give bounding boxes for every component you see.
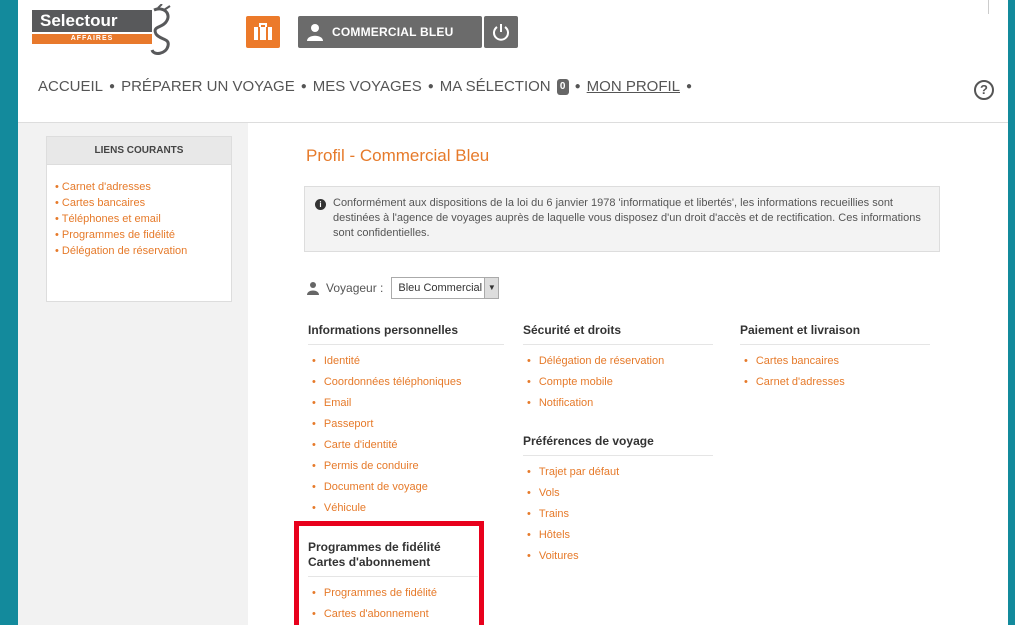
seahorse-icon xyxy=(150,4,171,55)
link-travel-document[interactable]: Document de voyage xyxy=(308,477,504,498)
sidebar-link-address-book[interactable]: Carnet d'adresses xyxy=(55,179,231,195)
traveler-select-value: Bleu Commercial xyxy=(398,282,483,294)
nav-my-profile[interactable]: MON PROFIL xyxy=(587,78,680,95)
link-cars[interactable]: Voitures xyxy=(523,546,713,567)
section-personal-info: Informations personnelles Identité Coord… xyxy=(308,323,504,519)
link-passport[interactable]: Passeport xyxy=(308,414,504,435)
link-notification[interactable]: Notification xyxy=(523,393,713,414)
selection-count-badge: 0 xyxy=(556,78,569,95)
sidebar-link-phones-email[interactable]: Téléphones et email xyxy=(55,211,231,227)
main-nav: ACCUEIL ● PRÉPARER UN VOYAGE ● MES VOYAG… xyxy=(38,78,698,95)
section-payment-delivery: Paiement et livraison Cartes bancaires C… xyxy=(740,323,930,393)
nav-my-selection[interactable]: MA SÉLECTION xyxy=(440,78,551,95)
browser-window: Selectour AFFAIRES COMMERCIAL BLEU ACCUE… xyxy=(18,0,1008,625)
chevron-down-icon[interactable]: ▼ xyxy=(484,278,499,298)
section-loyalty-subscriptions: Programmes de fidélité Cartes d'abonneme… xyxy=(308,540,478,625)
privacy-notice: i Conformément aux dispositions de la lo… xyxy=(304,186,940,252)
sidebar-link-booking-delegation[interactable]: Délégation de réservation xyxy=(55,243,231,259)
link-bank-cards[interactable]: Cartes bancaires xyxy=(740,351,930,372)
privacy-notice-text: Conformément aux dispositions de la loi … xyxy=(333,197,921,239)
section-security-rights: Sécurité et droits Délégation de réserva… xyxy=(523,323,713,414)
common-links-title: LIENS COURANTS xyxy=(47,137,231,165)
section-title: Programmes de fidélité Cartes d'abonneme… xyxy=(308,540,478,577)
traveler-label: Voyageur : xyxy=(326,281,384,295)
link-address-book[interactable]: Carnet d'adresses xyxy=(740,372,930,393)
link-phone-contacts[interactable]: Coordonnées téléphoniques xyxy=(308,372,504,393)
trips-button[interactable] xyxy=(246,16,280,48)
window-corner xyxy=(988,0,1002,14)
link-email[interactable]: Email xyxy=(308,393,504,414)
nav-home[interactable]: ACCUEIL xyxy=(38,78,103,95)
section-title: Informations personnelles xyxy=(308,323,504,345)
link-default-route[interactable]: Trajet par défaut xyxy=(523,462,713,483)
sidebar-link-bank-cards[interactable]: Cartes bancaires xyxy=(55,195,231,211)
link-driving-licence[interactable]: Permis de conduire xyxy=(308,456,504,477)
nav-separator: ● xyxy=(574,81,581,92)
section-title: Sécurité et droits xyxy=(523,323,713,345)
power-icon xyxy=(493,24,509,41)
link-identity[interactable]: Identité xyxy=(308,351,504,372)
person-icon xyxy=(307,282,319,295)
link-id-card[interactable]: Carte d'identité xyxy=(308,435,504,456)
section-title: Paiement et livraison xyxy=(740,323,930,345)
section-title-line1: Programmes de fidélité xyxy=(308,540,441,554)
page-title: Profil - Commercial Bleu xyxy=(306,146,490,165)
link-trains[interactable]: Trains xyxy=(523,504,713,525)
traveler-select[interactable]: Bleu Commercial ▼ xyxy=(391,277,500,299)
help-icon[interactable]: ? xyxy=(974,80,994,100)
traveler-selector: Voyageur : Bleu Commercial ▼ xyxy=(306,277,500,299)
link-hotels[interactable]: Hôtels xyxy=(523,525,713,546)
user-icon xyxy=(307,24,323,41)
nav-plan-trip[interactable]: PRÉPARER UN VOYAGE xyxy=(121,78,295,95)
nav-separator: ● xyxy=(686,81,693,92)
nav-separator: ● xyxy=(427,81,434,92)
link-loyalty-programs[interactable]: Programmes de fidélité xyxy=(308,583,478,604)
nav-my-trips[interactable]: MES VOYAGES xyxy=(313,78,422,95)
suitcase-icon xyxy=(254,23,272,40)
info-icon: i xyxy=(315,199,326,210)
common-links-panel: LIENS COURANTS Carnet d'adresses Cartes … xyxy=(46,136,232,302)
section-title-line2: Cartes d'abonnement xyxy=(308,555,431,569)
link-mobile-account[interactable]: Compte mobile xyxy=(523,372,713,393)
nav-separator: ● xyxy=(109,81,116,92)
section-title: Préférences de voyage xyxy=(523,434,713,456)
section-travel-preferences: Préférences de voyage Trajet par défaut … xyxy=(523,434,713,567)
user-account-button[interactable]: COMMERCIAL BLEU xyxy=(298,16,482,48)
nav-separator: ● xyxy=(300,81,307,92)
user-name-label: COMMERCIAL BLEU xyxy=(332,25,454,39)
logout-button[interactable] xyxy=(484,16,518,48)
link-flights[interactable]: Vols xyxy=(523,483,713,504)
selectour-logo[interactable]: Selectour AFFAIRES xyxy=(32,4,182,55)
link-subscription-cards[interactable]: Cartes d'abonnement xyxy=(308,604,478,625)
sidebar-link-loyalty[interactable]: Programmes de fidélité xyxy=(55,227,231,243)
link-vehicle[interactable]: Véhicule xyxy=(308,498,504,519)
link-booking-delegation[interactable]: Délégation de réservation xyxy=(523,351,713,372)
